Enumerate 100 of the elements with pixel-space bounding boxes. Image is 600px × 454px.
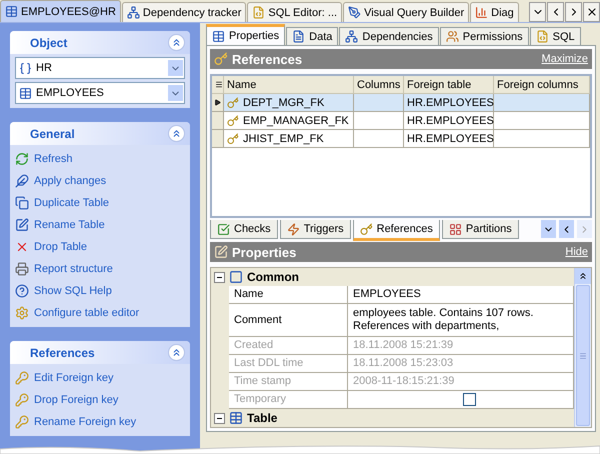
copy-icon: [15, 196, 29, 210]
task-link[interactable]: Rename Table: [15, 217, 185, 233]
section-title: References: [232, 52, 302, 66]
task-link[interactable]: Configure table editor: [15, 305, 185, 321]
maximize-link[interactable]: Maximize: [542, 53, 588, 65]
chevrons-up-icon: [171, 37, 182, 48]
column-header[interactable]: Name: [224, 76, 354, 94]
object-dropdown[interactable]: EMPLOYEES: [15, 82, 185, 104]
collapse-button[interactable]: [168, 344, 185, 361]
property-name: Comment: [229, 304, 348, 337]
collapse-button[interactable]: [168, 125, 185, 142]
document-tab[interactable]: Dependency tracker: [122, 2, 246, 22]
document-tab[interactable]: SQL Editor: ...: [247, 2, 342, 22]
table-cell: EMP_MANAGER_FK: [224, 112, 354, 130]
task-link[interactable]: Duplicate Table: [15, 195, 185, 211]
dropdown-button[interactable]: [529, 2, 546, 22]
table-cell: HR.EMPLOYEES: [404, 130, 494, 148]
scrollbar[interactable]: [574, 268, 591, 427]
braces-icon: [19, 62, 32, 74]
task-link[interactable]: Edit Foreign key: [15, 370, 185, 386]
lightning-icon: [286, 222, 300, 236]
key-icon: [15, 371, 29, 385]
panel-title: References: [30, 346, 95, 360]
document-tab[interactable]: Visual Query Builder: [343, 2, 470, 22]
column-header[interactable]: Columns: [354, 76, 404, 94]
property-name: Time stamp: [229, 373, 348, 391]
editor-tab[interactable]: Data: [286, 27, 338, 45]
dropdown-value: EMPLOYEES: [36, 87, 104, 99]
column-header[interactable]: Foreign table: [404, 76, 494, 94]
task-link[interactable]: Refresh: [15, 151, 185, 167]
table-icon: [229, 411, 243, 425]
printer-icon: [15, 262, 29, 276]
sub-tab[interactable]: Partitions: [442, 220, 519, 239]
task-link[interactable]: Drop Foreign key: [15, 392, 185, 408]
key-icon: [227, 114, 239, 126]
list-icon: [215, 80, 223, 89]
scroll-left-button[interactable]: [559, 220, 574, 238]
checkbox-icon: [217, 222, 230, 236]
panel-title: Object: [30, 36, 68, 50]
document-icon: [252, 6, 266, 19]
dropdown-button[interactable]: [541, 220, 556, 238]
table-cell: JHIST_EMP_FK: [224, 130, 354, 148]
feather-icon: [15, 174, 29, 188]
table-icon: [212, 30, 225, 42]
collapse-toggle[interactable]: [214, 272, 225, 282]
users-icon: [446, 30, 459, 43]
key-icon: [227, 96, 239, 108]
scroll-left-button[interactable]: [547, 2, 564, 22]
property-value: EMPLOYEES: [348, 286, 574, 304]
grip-icon: [579, 352, 587, 360]
property-value: 18.11.2008 15:21:39: [348, 337, 574, 355]
edit-icon: [214, 245, 228, 259]
table-cell: HR.EMPLOYEES: [404, 112, 494, 130]
collapse-button[interactable]: [168, 34, 185, 51]
document-tab[interactable]: EMPLOYEES@HR: [0, 0, 121, 22]
column-chooser[interactable]: [212, 76, 224, 94]
editor-tab[interactable]: Dependencies: [339, 27, 439, 45]
bar-chart-icon: [475, 6, 488, 19]
document-tab[interactable]: Diag: [470, 2, 519, 22]
close-icon: [586, 6, 598, 18]
editor-tab[interactable]: SQL: [530, 27, 581, 45]
grid-icon: [448, 222, 462, 236]
editor-tab[interactable]: Permissions: [440, 27, 529, 45]
section-title: Properties: [232, 244, 296, 260]
sub-tab[interactable]: References: [352, 220, 440, 241]
task-link[interactable]: Rename Foreign key: [15, 414, 185, 430]
task-link[interactable]: Drop Table: [15, 239, 185, 255]
key-icon: [15, 393, 29, 407]
task-link[interactable]: Show SQL Help: [15, 283, 185, 299]
document-icon: [536, 30, 549, 43]
property-value: 2008-11-18:15:21:39: [348, 373, 574, 391]
table-icon: [19, 86, 32, 100]
tree-icon: [126, 6, 140, 19]
table-icon: [5, 5, 18, 18]
table-cell: [354, 130, 404, 148]
table-cell: [354, 94, 404, 112]
hide-link[interactable]: Hide: [565, 246, 588, 258]
key-icon: [15, 415, 29, 429]
help-icon: [15, 284, 29, 298]
scroll-right-button[interactable]: [565, 2, 582, 22]
chevrons-up-icon: [171, 347, 182, 358]
chevrons-up-icon: [171, 128, 182, 139]
property-value: employees table. Contains 107 rows. References with departments,: [348, 304, 574, 337]
close-button[interactable]: [583, 2, 600, 22]
property-value: 18.11.2008 15:23:03: [348, 355, 574, 373]
editor-tab[interactable]: Properties: [206, 24, 286, 45]
pen-icon: [348, 6, 362, 19]
task-link[interactable]: Report structure: [15, 261, 185, 277]
task-link[interactable]: Apply changes: [15, 173, 185, 189]
chevrons-up-icon: [578, 271, 588, 281]
collapse-toggle[interactable]: [214, 412, 225, 424]
play-icon: [214, 99, 221, 106]
property-name: Created: [229, 337, 348, 355]
gear-icon: [15, 306, 29, 320]
sub-tab[interactable]: Checks: [210, 220, 278, 239]
column-header[interactable]: Foreign columns: [494, 76, 590, 94]
group-title: Table: [247, 411, 278, 425]
sub-tab[interactable]: Triggers: [280, 220, 351, 239]
object-dropdown[interactable]: HR: [15, 57, 185, 79]
key-icon: [360, 222, 373, 236]
